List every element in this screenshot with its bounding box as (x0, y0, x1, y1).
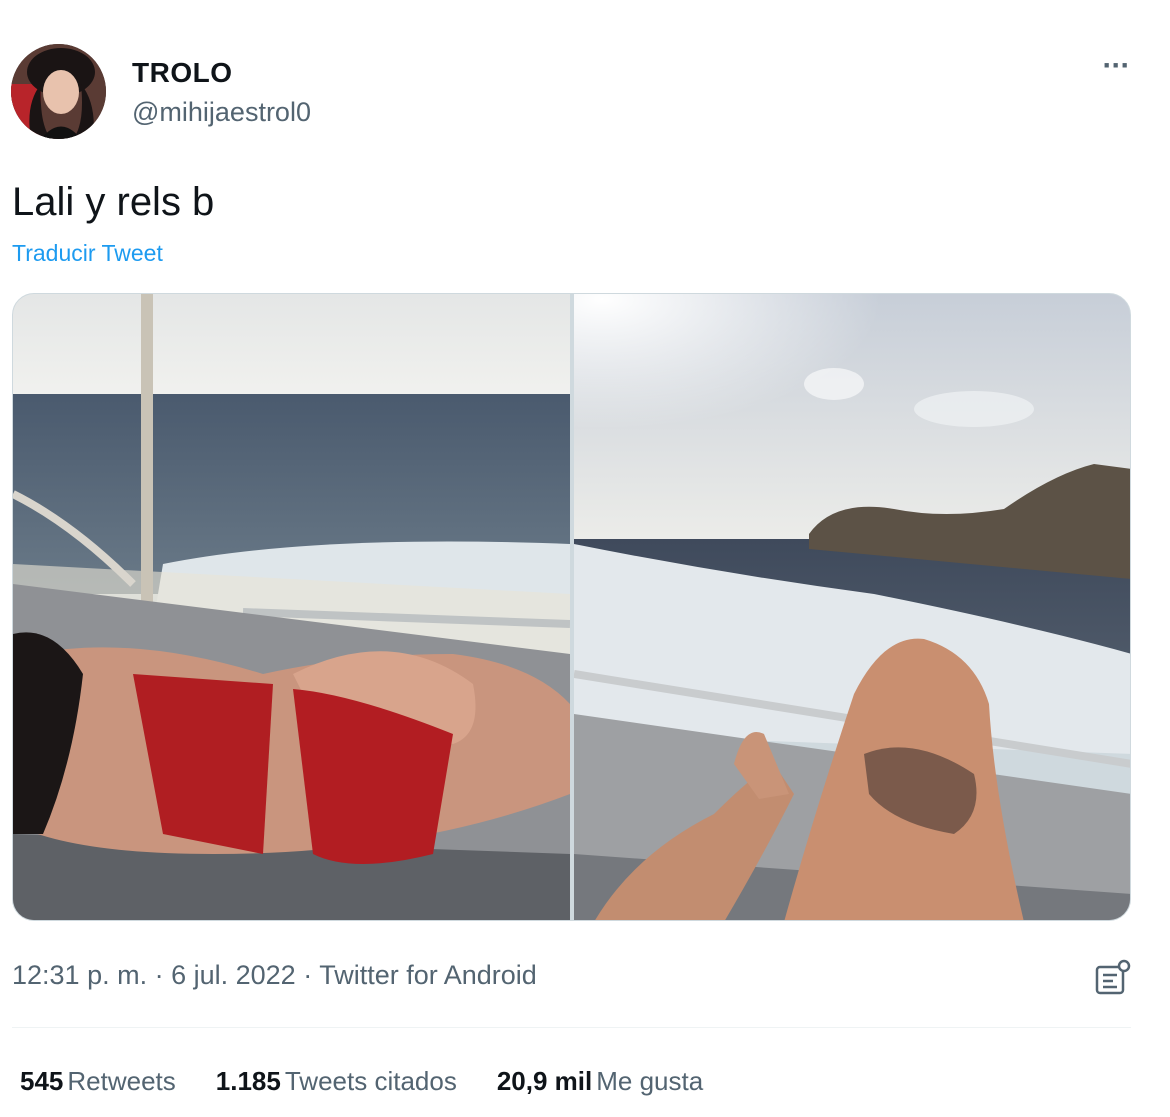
tweet-source[interactable]: Twitter for Android (319, 960, 537, 990)
tweet-media[interactable] (12, 293, 1131, 921)
meta-separator: · (295, 960, 320, 990)
divider (12, 1027, 1131, 1028)
stat-retweets[interactable]: 545 Retweets (20, 1066, 176, 1097)
translate-tweet-link[interactable]: Traducir Tweet (12, 240, 163, 267)
stat-label: Me gusta (596, 1066, 704, 1096)
stat-label: Retweets (67, 1066, 176, 1096)
stat-count: 545 (20, 1066, 64, 1096)
author-name[interactable]: TROLO (132, 57, 233, 89)
avatar[interactable] (11, 44, 106, 139)
photo-right[interactable] (574, 294, 1130, 920)
stat-count: 20,9 mil (496, 1066, 593, 1096)
tweet-text: Lali y rels b (12, 180, 215, 224)
more-options-icon[interactable]: ··· (1096, 51, 1136, 84)
tweet-time[interactable]: 12:31 p. m. (12, 960, 147, 990)
stat-likes[interactable]: 20,9 mil Me gusta (497, 1066, 703, 1097)
photo-left[interactable] (13, 294, 570, 920)
author-handle[interactable]: @mihijaestrol0 (132, 97, 311, 128)
tweet-stats: 545 Retweets 1.185 Tweets citados 20,9 mil… (20, 1066, 703, 1097)
tweet-meta: 12:31 p. m. · 6 jul. 2022 · Twitter for … (12, 960, 537, 991)
tweet-date[interactable]: 6 jul. 2022 (171, 960, 296, 990)
stat-count: 1.185 (215, 1066, 281, 1096)
analytics-icon[interactable] (1093, 958, 1133, 998)
stat-quote-tweets[interactable]: 1.185 Tweets citados (216, 1066, 457, 1097)
stat-label: Tweets citados (284, 1066, 457, 1096)
tweet: TROLO @mihijaestrol0 ··· Lali y rels b T… (0, 0, 1170, 1117)
meta-separator: · (147, 960, 172, 990)
